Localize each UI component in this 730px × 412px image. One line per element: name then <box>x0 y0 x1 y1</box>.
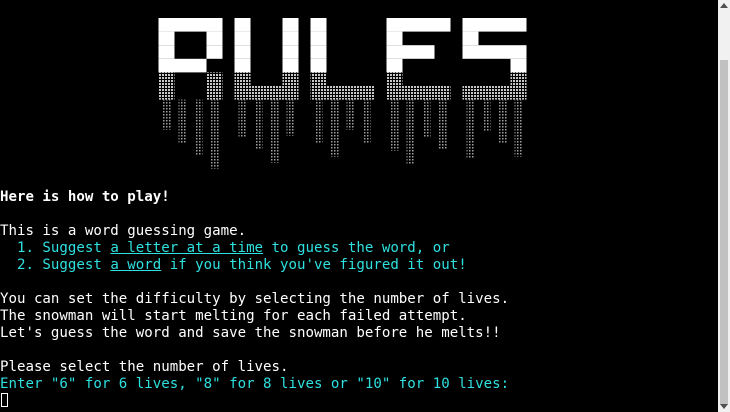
vertical-scrollbar[interactable] <box>718 0 730 412</box>
banner-letters <box>158 18 527 100</box>
rule-item-1: 1. Suggest a letter at a time to guess t… <box>0 240 450 257</box>
save-snowman-text: Let's guess the word and save the snowma… <box>0 325 501 341</box>
banner-letter-u <box>234 18 299 100</box>
banner-letter-r <box>158 18 223 100</box>
banner-drip-u <box>238 99 295 163</box>
rule-item-2: 2. Suggest a word if you think you've fi… <box>0 257 467 274</box>
intro-text: This is a word guessing game. <box>0 223 247 239</box>
banner-shadow <box>162 99 523 169</box>
banner-drip-r <box>162 99 219 169</box>
banner-letter-s <box>462 18 527 100</box>
banner-drip-l <box>314 99 371 157</box>
scroll-up-arrow-icon[interactable] <box>720 3 728 8</box>
rule-1-prefix: 1. Suggest <box>0 240 111 256</box>
terminal-window[interactable]: Here is how to play! This is a word gues… <box>0 0 718 412</box>
rules-ascii-banner <box>158 18 527 169</box>
banner-drip-e <box>390 99 447 164</box>
heading-text: Here is how to play! <box>0 189 170 205</box>
rule-2-suffix: if you think you've figured it out! <box>161 257 467 273</box>
banner-drip-s <box>466 99 523 158</box>
rule-2-highlight: a word <box>110 257 162 273</box>
select-lives-text: Please select the number of lives. <box>0 359 289 375</box>
rule-1-suffix: to guess the word, or <box>263 240 450 256</box>
rule-1-highlight: a letter at a time <box>110 240 264 256</box>
scroll-down-arrow-icon[interactable] <box>720 404 728 409</box>
rule-2-prefix: 2. Suggest <box>0 257 111 273</box>
banner-letter-e <box>386 18 451 100</box>
enter-lives-prompt: Enter "6" for 6 lives, "8" for 8 lives o… <box>0 376 518 392</box>
banner-letter-l <box>310 18 375 100</box>
input-cursor[interactable] <box>1 393 8 407</box>
scrollbar-thumb[interactable] <box>720 60 728 405</box>
difficulty-text: You can set the difficulty by selecting … <box>0 291 510 307</box>
melting-text: The snowman will start melting for each … <box>0 308 467 324</box>
